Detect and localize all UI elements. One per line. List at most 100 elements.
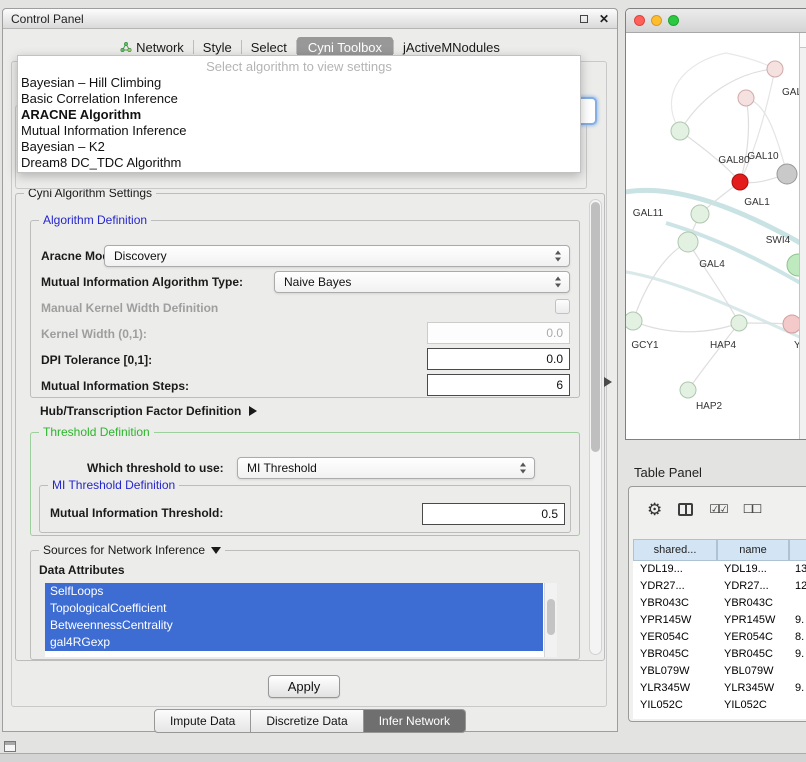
kernel-width-label: Kernel Width (0,1): <box>41 327 147 341</box>
kernel-width-field[interactable]: 0.0 <box>427 322 570 344</box>
network-scrollbar[interactable] <box>799 33 806 439</box>
table-cell[interactable]: 8. <box>789 629 806 646</box>
table-cell[interactable]: YBR045C <box>633 646 717 663</box>
table-cell[interactable]: YIL052C <box>717 697 789 714</box>
collapse-arrow-icon[interactable] <box>211 547 221 554</box>
settings-scrollbar-thumb[interactable] <box>591 202 600 452</box>
minimize-traffic-light[interactable] <box>651 15 662 26</box>
table-cell[interactable]: YIL052C <box>633 697 717 714</box>
tab-impute-data[interactable]: Impute Data <box>154 709 251 733</box>
algorithm-option-selected[interactable]: ARACNE Algorithm <box>18 107 580 123</box>
table-cell[interactable]: YBR045C <box>717 646 789 663</box>
network-node[interactable] <box>732 174 748 190</box>
table-cell[interactable]: YDL19... <box>633 561 717 578</box>
table-cell[interactable]: YLR345W <box>717 680 789 697</box>
panel-collapse-arrow[interactable] <box>604 377 612 387</box>
aracne-mode-select[interactable]: Discovery <box>104 245 570 267</box>
mi-type-select[interactable]: Naive Bayes <box>274 271 570 293</box>
algorithm-option[interactable]: Dream8 DC_TDC Algorithm <box>18 155 580 171</box>
network-node-label: GAL10 <box>747 151 779 162</box>
algorithm-option[interactable]: Mutual Information Inference <box>18 123 580 139</box>
table-row[interactable]: YBR043CYBR043C <box>633 595 806 612</box>
table-cell[interactable]: YPR145W <box>717 612 789 629</box>
table-cell[interactable] <box>789 595 806 612</box>
column-header-extra[interactable] <box>789 539 806 561</box>
table-cell[interactable]: YER054C <box>717 629 789 646</box>
table-cell[interactable]: YDR27... <box>633 578 717 595</box>
table-cell[interactable]: 12 <box>789 578 806 595</box>
tab-label: Network <box>136 40 184 55</box>
deselect-all-icon[interactable]: ☐☐ <box>743 502 761 516</box>
table-cell[interactable]: YBL079W <box>633 663 717 680</box>
table-cell[interactable]: YDL19... <box>717 561 789 578</box>
table-cell[interactable]: 9. <box>789 612 806 629</box>
network-scroll-button[interactable] <box>800 33 806 48</box>
mi-threshold-field[interactable]: 0.5 <box>422 503 565 525</box>
table-cell[interactable]: YBR043C <box>717 595 789 612</box>
tab-infer-network[interactable]: Infer Network <box>364 709 466 733</box>
zoom-traffic-light[interactable] <box>668 15 679 26</box>
network-node[interactable] <box>787 254 799 276</box>
table-row[interactable]: YBR045CYBR045C9. <box>633 646 806 663</box>
column-header-shared-name[interactable]: shared... <box>633 539 717 561</box>
table-row[interactable]: YBL079WYBL079W <box>633 663 806 680</box>
close-traffic-light[interactable] <box>634 15 645 26</box>
attribute-item[interactable]: gal4RGexp <box>45 634 543 651</box>
algorithm-option[interactable]: Basic Correlation Inference <box>18 91 580 107</box>
table-row[interactable]: YIL052CYIL052C <box>633 697 806 714</box>
gear-icon[interactable]: ⚙ <box>647 501 662 518</box>
network-node[interactable] <box>691 205 709 223</box>
network-edge <box>746 98 787 174</box>
network-node[interactable] <box>680 382 696 398</box>
table-row[interactable]: YER054CYER054C8. <box>633 629 806 646</box>
attribute-item[interactable]: SelfLoops <box>45 583 543 600</box>
table-cell[interactable]: 9. <box>789 680 806 697</box>
attributes-scrollbar-thumb[interactable] <box>547 599 555 635</box>
tab-discretize-data[interactable]: Discretize Data <box>251 709 363 733</box>
table-row[interactable]: YPR145WYPR145W9. <box>633 612 806 629</box>
table-row[interactable]: YLR345WYLR345W9. <box>633 680 806 697</box>
table-cell[interactable] <box>789 697 806 714</box>
settings-scrollbar[interactable] <box>589 199 602 655</box>
column-header-name[interactable]: name <box>717 539 789 561</box>
algorithm-option[interactable]: Bayesian – K2 <box>18 139 580 155</box>
network-node[interactable] <box>671 122 689 140</box>
table-cell[interactable]: YBR043C <box>633 595 717 612</box>
network-edge <box>626 271 799 339</box>
network-node[interactable] <box>783 315 799 333</box>
table-cell[interactable]: YER054C <box>633 629 717 646</box>
manual-kernel-checkbox[interactable] <box>555 299 570 314</box>
table-row[interactable]: YDL19...YDL19...13 <box>633 561 806 578</box>
table-cell[interactable] <box>789 663 806 680</box>
select-all-icon[interactable]: ☑☑ <box>709 502 727 516</box>
network-node[interactable] <box>777 164 797 184</box>
apply-button[interactable]: Apply <box>268 675 340 698</box>
mi-steps-field[interactable]: 6 <box>427 374 570 396</box>
table-cell[interactable]: 9. <box>789 646 806 663</box>
network-node[interactable] <box>767 61 783 77</box>
network-node[interactable] <box>626 312 642 330</box>
network-node[interactable] <box>678 232 698 252</box>
table-cell[interactable]: YBL079W <box>717 663 789 680</box>
table-cell[interactable]: YDR27... <box>717 578 789 595</box>
attribute-item[interactable]: BetweennessCentrality <box>45 617 543 634</box>
restore-panel-icon[interactable] <box>4 741 16 752</box>
which-threshold-select[interactable]: MI Threshold <box>237 457 535 479</box>
network-node[interactable] <box>731 315 747 331</box>
network-node-label: GAL80 <box>718 155 750 166</box>
table-cell[interactable]: 13 <box>789 561 806 578</box>
table-cell[interactable]: YPR145W <box>633 612 717 629</box>
attribute-item[interactable]: TopologicalCoefficient <box>45 600 543 617</box>
network-canvas[interactable]: GAL8 GAL80 GAL10 GAL11 GAL1 SWI4 GAL4 GC… <box>626 33 799 439</box>
float-panel-icon[interactable] <box>580 15 588 23</box>
hub-definition-expander[interactable]: Hub/Transcription Factor Definition <box>40 402 257 420</box>
table-row[interactable]: YDR27...YDR27...12 <box>633 578 806 595</box>
close-icon[interactable]: ✕ <box>599 12 609 26</box>
algorithm-option[interactable]: Bayesian – Hill Climbing <box>18 75 580 91</box>
table-cell[interactable]: YLR345W <box>633 680 717 697</box>
attributes-scrollbar[interactable] <box>544 583 557 657</box>
network-node[interactable] <box>738 90 754 106</box>
columns-icon[interactable] <box>678 503 693 516</box>
desktop: Control Panel ✕ Network Style Select Cyn… <box>0 0 806 762</box>
dpi-tolerance-field[interactable]: 0.0 <box>427 348 570 370</box>
